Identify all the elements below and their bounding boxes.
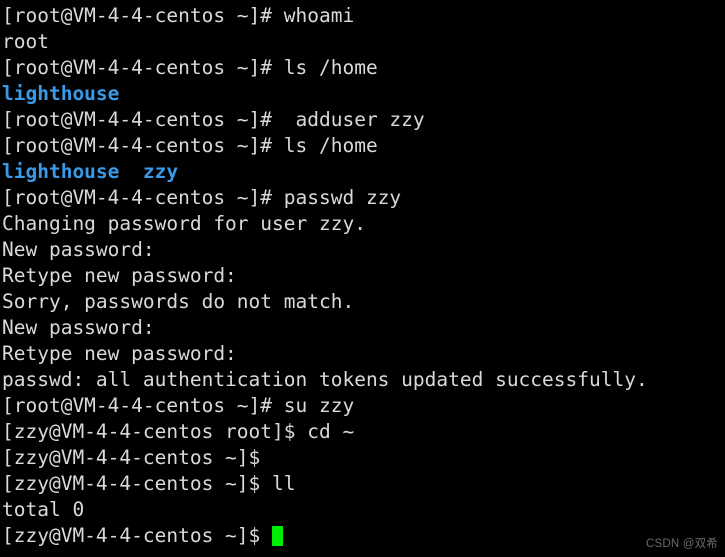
csdn-watermark: CSDN @双希 xyxy=(645,538,718,550)
terminal-line: [zzy@VM-4-4-centos ~]$ ll xyxy=(2,471,725,497)
terminal-text: [zzy@VM-4-4-centos root]$ cd ~ xyxy=(2,420,355,443)
text-cursor xyxy=(272,526,284,546)
terminal-line: [root@VM-4-4-centos ~]# passwd zzy xyxy=(2,185,725,211)
terminal-line: Changing password for user zzy. xyxy=(2,211,725,237)
directory-name: lighthouse xyxy=(2,160,120,183)
terminal-text: New password: xyxy=(2,238,155,261)
terminal-line: [root@VM-4-4-centos ~]# su zzy xyxy=(2,393,725,419)
terminal-line: New password: xyxy=(2,315,725,341)
directory-name: lighthouse xyxy=(2,82,120,105)
terminal-text: Sorry, passwords do not match. xyxy=(2,290,355,313)
terminal-line: [root@VM-4-4-centos ~]# ls /home xyxy=(2,55,725,81)
terminal-line: passwd: all authentication tokens update… xyxy=(2,367,725,393)
terminal-line: [zzy@VM-4-4-centos ~]$ xyxy=(2,445,725,471)
terminal-line: Retype new password: xyxy=(2,263,725,289)
terminal-line: [zzy@VM-4-4-centos ~]$ xyxy=(2,523,725,549)
terminal-line: New password: xyxy=(2,237,725,263)
terminal-text: [zzy@VM-4-4-centos ~]$ xyxy=(2,446,261,469)
terminal-text: New password: xyxy=(2,316,155,339)
terminal-text: total 0 xyxy=(2,498,85,521)
terminal-line: Sorry, passwords do not match. xyxy=(2,289,725,315)
terminal-text: passwd: all authentication tokens update… xyxy=(2,368,648,391)
terminal-text: [root@VM-4-4-centos ~]# passwd zzy xyxy=(2,186,402,209)
terminal-text: [zzy@VM-4-4-centos ~]$ ll xyxy=(2,472,296,495)
terminal-text: Changing password for user zzy. xyxy=(2,212,366,235)
terminal-line: root xyxy=(2,29,725,55)
terminal-text: Retype new password: xyxy=(2,264,237,287)
terminal-text: [root@VM-4-4-centos ~]# ls /home xyxy=(2,56,378,79)
terminal-text: root xyxy=(2,30,49,53)
terminal-line: Retype new password: xyxy=(2,341,725,367)
terminal-line: [root@VM-4-4-centos ~]# adduser zzy xyxy=(2,107,725,133)
terminal-output: [root@VM-4-4-centos ~]# whoami root [root@… xyxy=(2,3,725,549)
terminal-text: [root@VM-4-4-centos ~]# whoami xyxy=(2,4,355,27)
terminal-text: [root@VM-4-4-centos ~]# su zzy xyxy=(2,394,355,417)
terminal-line: lighthouse xyxy=(2,81,725,107)
terminal-text: Retype new password: xyxy=(2,342,237,365)
terminal-text: [root@VM-4-4-centos ~]# adduser zzy xyxy=(2,108,425,131)
terminal-line: [zzy@VM-4-4-centos root]$ cd ~ xyxy=(2,419,725,445)
directory-name: zzy xyxy=(142,160,179,183)
terminal-text: [root@VM-4-4-centos ~]# ls /home xyxy=(2,134,378,157)
terminal-line: lighthouse zzy xyxy=(2,159,725,185)
terminal-line: [root@VM-4-4-centos ~]# ls /home xyxy=(2,133,725,159)
terminal-window[interactable]: [root@VM-4-4-centos ~]# whoami root [root@… xyxy=(0,0,725,557)
terminal-text: [zzy@VM-4-4-centos ~]$ xyxy=(2,524,273,547)
terminal-line: total 0 xyxy=(2,497,725,523)
terminal-line: [root@VM-4-4-centos ~]# whoami xyxy=(2,3,725,29)
